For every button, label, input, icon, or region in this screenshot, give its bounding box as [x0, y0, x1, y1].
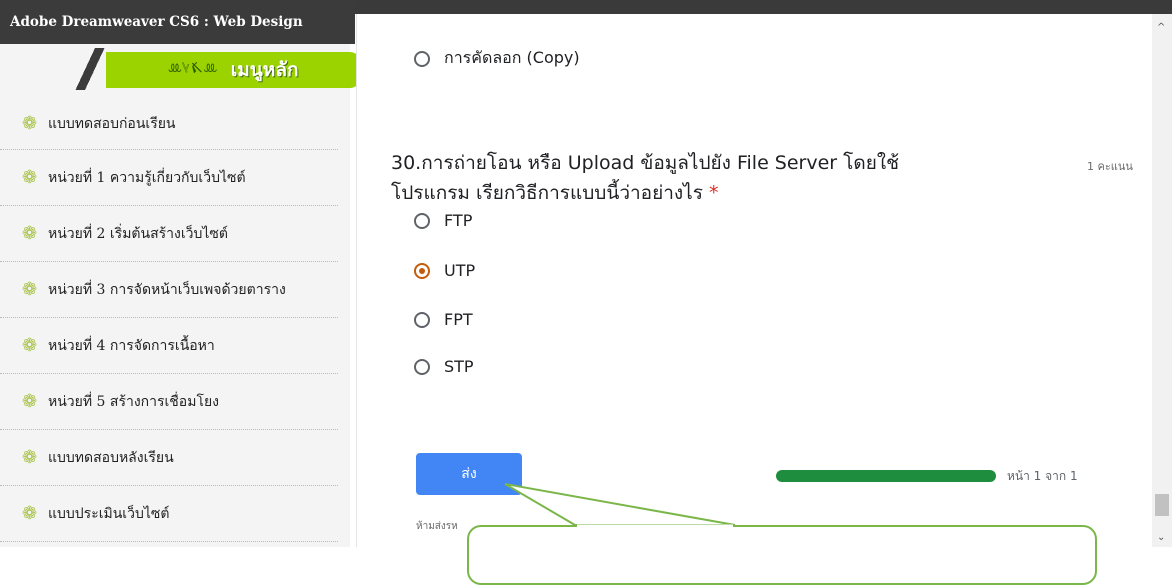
callout-pointer-mask	[577, 524, 733, 528]
